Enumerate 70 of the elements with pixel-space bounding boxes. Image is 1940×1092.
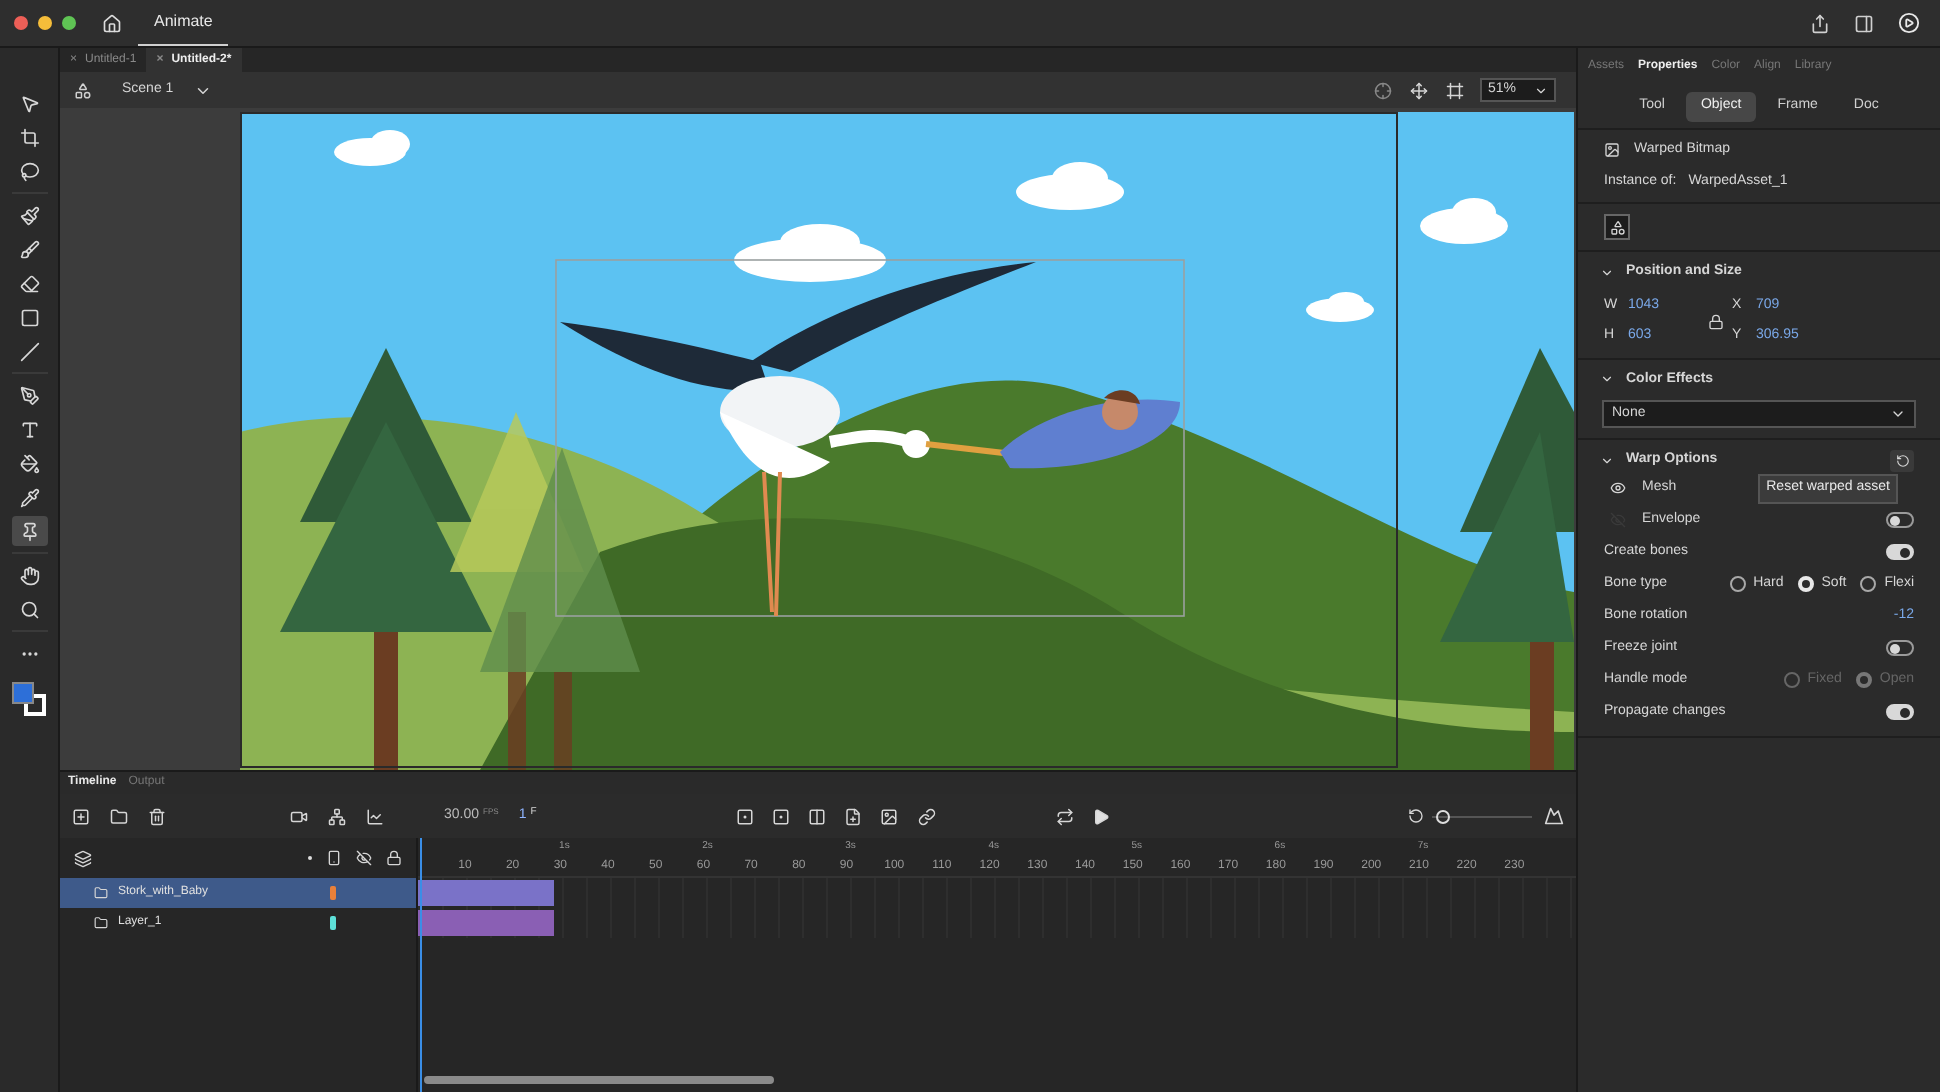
minimize-window-icon[interactable] [38,16,52,30]
color-swatch[interactable] [11,682,47,718]
chevron-down-icon [1534,83,1548,97]
brush-tool-icon [19,239,39,259]
selection-tool-icon [19,93,39,113]
insert-icon[interactable] [844,807,863,825]
tween-icon[interactable] [880,807,899,825]
maximize-window-icon[interactable] [62,16,76,30]
folder-icon[interactable] [110,807,128,825]
chevron-down-icon [1890,406,1906,422]
chevron-down-icon[interactable] [1600,454,1614,468]
slider-thumb[interactable] [1436,809,1451,823]
onion-skin-icon[interactable] [918,807,937,825]
layer-parenting-icon[interactable] [328,807,346,825]
transform-tool-icon [19,127,39,147]
radio-button[interactable] [1860,576,1877,592]
reset-icon[interactable] [1408,808,1424,824]
app-tab[interactable]: Animate [138,0,229,46]
layer-icon [94,886,108,900]
symbol-icon [1609,219,1625,235]
eraser-tool-icon [19,273,39,293]
clip-stage-icon[interactable] [1446,81,1464,99]
zoom-tool-icon [19,599,39,619]
hide-icon[interactable] [356,850,372,866]
bitmap-icon [1604,142,1620,159]
symbol-button[interactable] [1604,214,1630,240]
play-icon[interactable] [1898,12,1920,34]
rotate-stage-icon[interactable] [1410,81,1428,99]
reset-icon [1895,454,1909,468]
paint-bucket-tool-icon [19,453,39,473]
toggle-switch[interactable] [1886,640,1914,656]
reset-warp-button[interactable] [1890,450,1914,472]
graph-icon[interactable] [366,807,384,825]
text-tool-icon [19,419,39,439]
lasso-tool-icon [19,161,39,181]
close-window-icon[interactable] [14,16,28,30]
chevron-down-icon[interactable] [1600,372,1614,387]
new-layer-icon[interactable] [72,807,90,825]
pin-tool-icon [19,521,39,541]
toggle-switch[interactable] [1886,512,1914,528]
radio-button[interactable] [1729,576,1746,592]
scrollbar[interactable] [424,1076,774,1084]
keyframe-icon[interactable] [736,807,755,825]
layer-icon [94,916,108,930]
line-tool-icon [19,341,39,361]
play-icon[interactable] [1092,807,1111,825]
frame-icon[interactable] [808,807,827,825]
layer-color-marker[interactable] [330,916,336,930]
chevron-down-icon[interactable] [1600,265,1614,280]
loop-icon[interactable] [1056,807,1075,825]
outline-icon[interactable] [326,850,342,866]
camera-icon[interactable] [290,807,308,825]
delete-icon[interactable] [148,807,166,825]
crosshair-icon[interactable] [1374,81,1392,99]
scene-icon[interactable] [74,81,92,99]
hand-tool-icon [19,565,39,585]
blank-keyframe-icon[interactable] [772,807,791,825]
share-icon[interactable] [1810,13,1830,33]
home-icon[interactable] [102,13,122,33]
layer-color-marker[interactable] [330,886,336,900]
lock-ratio-icon[interactable] [1708,313,1724,329]
rectangle-tool-icon [19,307,39,327]
lock-icon[interactable] [386,850,402,866]
pen-tool-icon [19,385,39,405]
mountain-icon[interactable] [1544,806,1564,826]
eyedropper-tool-icon [19,487,39,507]
tool-button[interactable] [11,516,47,546]
layers-icon[interactable] [74,849,92,867]
paint-brush-tool-icon [19,205,39,225]
panel-layout-icon[interactable] [1854,13,1874,33]
